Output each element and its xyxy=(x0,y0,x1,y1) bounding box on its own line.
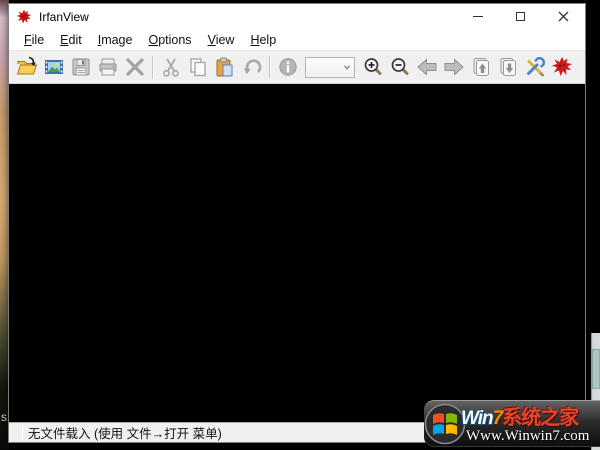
menu-item-file[interactable]: File xyxy=(16,31,52,49)
close-button[interactable] xyxy=(542,4,585,29)
menu-item-edit[interactable]: Edit xyxy=(52,31,90,49)
zoom-out-button[interactable] xyxy=(386,54,413,81)
menu-item-help[interactable]: Help xyxy=(242,31,284,49)
watermark-brand-cn: 系统之家 xyxy=(502,407,579,429)
menu-access-key: F xyxy=(24,32,32,47)
delete-button[interactable] xyxy=(121,54,148,81)
zoom-in-button[interactable] xyxy=(359,54,386,81)
titlebar[interactable]: IrfanView xyxy=(9,4,585,29)
desktop-icon-label-fragment: s xyxy=(1,410,7,424)
menu-access-key: V xyxy=(207,32,216,47)
menu-label-rest: dit xyxy=(68,32,82,47)
slideshow-icon xyxy=(44,60,63,74)
page-up-icon xyxy=(473,58,489,76)
watermark-url: Www.Winwin7.com xyxy=(466,428,590,444)
open-button[interactable] xyxy=(13,54,40,81)
save-icon xyxy=(72,58,89,76)
watermark-brand: Win7系统之家 xyxy=(461,401,579,430)
paste-icon xyxy=(216,57,232,77)
forward-arrow-icon xyxy=(444,58,464,76)
close-icon xyxy=(558,11,569,22)
back-arrow-icon xyxy=(416,58,436,76)
zoom-level-value xyxy=(306,58,339,77)
back-button[interactable] xyxy=(413,54,440,81)
menu-item-view[interactable]: View xyxy=(200,31,243,49)
page-down-button[interactable] xyxy=(494,54,521,81)
print-button[interactable] xyxy=(94,54,121,81)
zoom-out-icon xyxy=(391,58,408,75)
settings-button[interactable] xyxy=(521,54,548,81)
menu-item-options[interactable]: Options xyxy=(140,31,199,49)
statusbar-divider xyxy=(22,425,23,440)
page-down-icon xyxy=(500,58,516,76)
info-icon xyxy=(278,58,297,76)
about-button[interactable] xyxy=(548,54,575,81)
windows-flag-icon xyxy=(424,403,466,445)
maximize-icon xyxy=(516,12,525,21)
maximize-button[interactable] xyxy=(499,4,542,29)
paste-button[interactable] xyxy=(211,54,238,81)
irfanview-window: IrfanView File Edit Image Options View H… xyxy=(8,3,586,443)
menu-label-rest: elp xyxy=(259,32,277,47)
menu-label-rest: ptions xyxy=(158,32,192,47)
slideshow-button[interactable] xyxy=(40,54,67,81)
chevron-down-icon xyxy=(339,58,354,77)
image-canvas xyxy=(9,84,585,422)
settings-icon xyxy=(526,56,545,77)
open-folder-icon xyxy=(16,56,37,75)
page-up-button[interactable] xyxy=(467,54,494,81)
save-button[interactable] xyxy=(67,54,94,81)
copy-icon xyxy=(189,58,206,77)
menu-label-rest: iew xyxy=(215,32,235,47)
menu-item-image[interactable]: Image xyxy=(90,31,141,49)
info-button[interactable] xyxy=(274,54,301,81)
zoom-in-icon xyxy=(364,58,381,75)
copy-button[interactable] xyxy=(184,54,211,81)
menu-access-key: E xyxy=(60,32,69,47)
about-devil-icon xyxy=(551,57,572,76)
winwin7-watermark: Win7系统之家 Www.Winwin7.com xyxy=(424,400,600,447)
toolbar-separator xyxy=(152,56,153,78)
status-message: 无文件载入 (使用 文件→打开 菜单) xyxy=(28,427,222,441)
toolbar xyxy=(9,50,585,84)
window-controls xyxy=(456,4,585,29)
menu-label-rest: mage xyxy=(101,32,133,47)
print-icon xyxy=(99,58,116,76)
menubar: File Edit Image Options View Help xyxy=(9,29,585,50)
delete-icon xyxy=(125,58,144,76)
cut-button[interactable] xyxy=(157,54,184,81)
cut-icon xyxy=(162,58,179,77)
forward-button[interactable] xyxy=(440,54,467,81)
zoom-level-select[interactable] xyxy=(305,56,355,78)
menu-access-key: O xyxy=(148,32,159,47)
scrollbar-thumb[interactable] xyxy=(592,349,600,389)
minimize-icon xyxy=(472,16,483,17)
irfanview-logo-icon xyxy=(16,9,32,24)
menu-label-rest: ile xyxy=(31,32,45,47)
undo-button[interactable] xyxy=(238,54,265,81)
toolbar-separator xyxy=(269,56,270,78)
window-title: IrfanView xyxy=(39,9,89,24)
watermark-brand-seven: 7 xyxy=(492,408,504,429)
watermark-brand-win: Win xyxy=(461,408,494,429)
minimize-button[interactable] xyxy=(456,4,499,29)
undo-icon xyxy=(243,59,261,75)
